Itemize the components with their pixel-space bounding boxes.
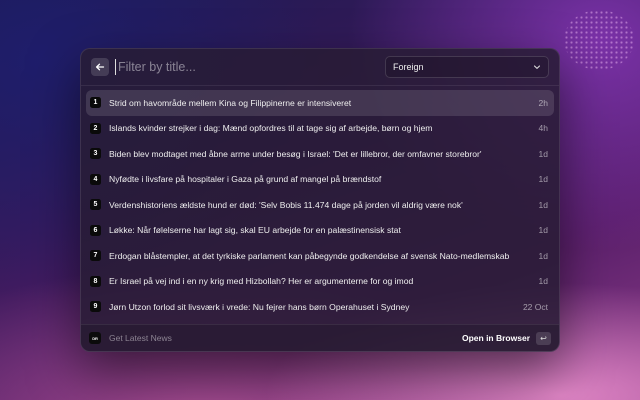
list-item[interactable]: 3 Biden blev modtaget med åbne arme unde… — [86, 141, 554, 167]
item-time: 1d — [538, 199, 548, 210]
item-number-badge: 6 — [90, 224, 101, 236]
action-bar: DR Get Latest News Open in Browser ↩ — [81, 324, 559, 351]
list-item[interactable]: 4 Nyfødte i livsfare på hospitaler i Gaz… — [86, 167, 554, 193]
item-time: 4h — [538, 123, 548, 134]
item-title: Er Israel på vej ind i en ny krig med Hi… — [109, 276, 414, 287]
news-list: 1 Strid om havområde mellem Kina og Fili… — [81, 86, 559, 320]
item-title: Islands kvinder strejker i dag: Mænd opf… — [109, 123, 433, 134]
list-item[interactable]: 2 Islands kvinder strejker i dag: Mænd o… — [86, 116, 554, 142]
item-number-badge: 4 — [90, 173, 101, 185]
search-bar: Foreign — [81, 49, 559, 86]
item-time: 1d — [538, 148, 548, 159]
item-title: Jørn Utzon forlod sit livsværk i vrede: … — [109, 301, 410, 312]
wallpaper-dot-pattern — [564, 10, 634, 70]
item-title: Biden blev modtaget med åbne arme under … — [109, 148, 482, 159]
open-in-browser-button[interactable]: Open in Browser — [462, 333, 530, 343]
back-button[interactable] — [91, 58, 109, 76]
dr-logo-icon: DR — [89, 332, 101, 344]
list-item[interactable]: 7 Erdogan blåstempler, at det tyrkiske p… — [86, 243, 554, 269]
item-number-badge: 2 — [90, 122, 101, 134]
list-item[interactable]: 5 Verdenshistoriens ældste hund er død: … — [86, 192, 554, 218]
dropdown-selected-value: Foreign — [393, 62, 424, 72]
item-title: Erdogan blåstempler, at det tyrkiske par… — [109, 250, 510, 261]
item-time: 2h — [538, 97, 548, 108]
item-time: 1d — [538, 250, 548, 261]
list-item[interactable]: 8 Er Israel på vej ind i en ny krig med … — [86, 269, 554, 295]
item-number-badge: 7 — [90, 250, 101, 262]
item-time: 1d — [538, 276, 548, 287]
list-item[interactable]: 6 Løkke: Når følelserne har lagt sig, sk… — [86, 218, 554, 244]
search-input[interactable] — [115, 59, 385, 75]
item-title: Verdenshistoriens ældste hund er død: 'S… — [109, 199, 463, 210]
return-key-icon[interactable]: ↩ — [536, 331, 551, 345]
item-title: Løkke: Når følelserne har lagt sig, skal… — [109, 225, 401, 236]
item-number-badge: 9 — [90, 301, 101, 313]
list-item[interactable]: 9 Jørn Utzon forlod sit livsværk i vrede… — [86, 294, 554, 320]
raycast-window: Foreign 1 Strid om havområde mellem Kina… — [80, 48, 560, 352]
item-title: Strid om havområde mellem Kina og Filipp… — [109, 97, 352, 108]
item-number-badge: 5 — [90, 199, 101, 211]
category-dropdown[interactable]: Foreign — [385, 56, 549, 78]
item-time: 1d — [538, 174, 548, 185]
item-number-badge: 8 — [90, 275, 101, 287]
item-time: 1d — [538, 225, 548, 236]
item-number-badge: 3 — [90, 148, 101, 160]
command-name: Get Latest News — [109, 333, 172, 343]
arrow-left-icon — [95, 63, 105, 71]
item-time: 22 Oct — [522, 301, 548, 312]
item-title: Nyfødte i livsfare på hospitaler i Gaza … — [109, 174, 382, 185]
chevron-down-icon — [533, 65, 541, 69]
list-item[interactable]: 1 Strid om havområde mellem Kina og Fili… — [86, 90, 554, 116]
item-number-badge: 1 — [90, 97, 101, 109]
